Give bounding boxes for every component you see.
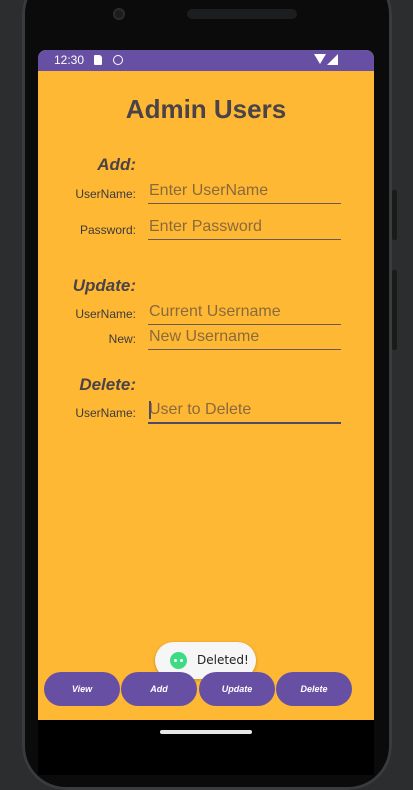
app-screen: 12:30 Admin Users Add: UserName: Passwor…	[38, 50, 374, 720]
add-username-input[interactable]	[148, 180, 341, 204]
status-time: 12:30	[54, 53, 85, 67]
power-button	[392, 270, 397, 350]
update-new-label: New:	[108, 332, 136, 346]
text-cursor	[149, 401, 151, 419]
earpiece-speaker	[187, 9, 297, 19]
update-current-username-input[interactable]	[148, 301, 341, 325]
navigation-bar	[38, 720, 374, 775]
update-new-username-input[interactable]	[148, 326, 341, 350]
add-button[interactable]: Add	[121, 672, 197, 706]
signal-icon	[327, 54, 338, 65]
home-gesture-bar[interactable]	[160, 730, 252, 734]
update-username-label: UserName:	[75, 307, 136, 321]
view-button[interactable]: View	[44, 672, 120, 706]
add-password-input[interactable]	[148, 216, 341, 240]
update-heading: Update:	[72, 276, 136, 295]
page-title: Admin Users	[125, 94, 287, 124]
android-icon	[170, 652, 187, 669]
sim-card-icon	[94, 55, 102, 65]
app-notification-icon	[113, 55, 123, 65]
front-camera	[113, 8, 125, 20]
status-bar: 12:30	[38, 50, 374, 71]
delete-username-input[interactable]	[148, 400, 341, 424]
add-heading: Add:	[97, 155, 136, 174]
volume-button	[392, 190, 397, 240]
update-button[interactable]: Update	[199, 672, 275, 706]
delete-username-label: UserName:	[75, 406, 136, 420]
toast-message: Deleted!	[197, 653, 249, 667]
delete-button[interactable]: Delete	[276, 672, 352, 706]
wifi-icon	[314, 54, 326, 64]
add-username-label: UserName:	[75, 187, 136, 201]
delete-heading: Delete:	[79, 375, 136, 394]
add-password-label: Password:	[79, 223, 136, 237]
